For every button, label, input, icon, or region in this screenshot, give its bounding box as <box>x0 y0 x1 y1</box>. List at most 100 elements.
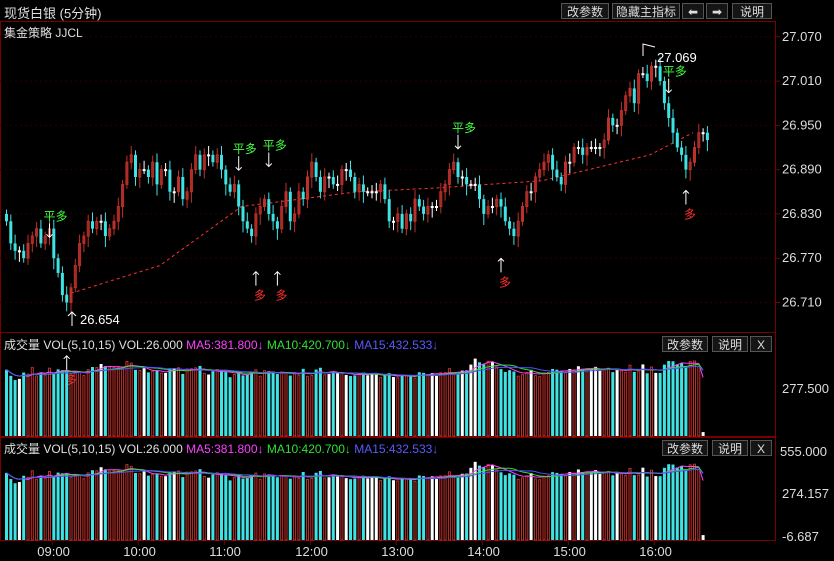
candle <box>564 155 567 194</box>
candle-body <box>581 147 585 155</box>
candle-body <box>465 177 469 185</box>
candle <box>39 219 43 248</box>
volume-bar <box>250 371 254 436</box>
volume-bar <box>224 372 228 436</box>
volume-bar <box>116 367 120 437</box>
candle-body <box>228 184 232 192</box>
candle-body <box>473 183 477 186</box>
volume-bar <box>559 474 563 540</box>
candle <box>637 69 641 115</box>
volume-bar <box>503 475 507 540</box>
volume-bar <box>297 477 301 541</box>
candle <box>280 199 284 234</box>
volume-bar <box>9 479 13 540</box>
volume-bar <box>469 364 473 436</box>
volume-bar <box>26 476 30 541</box>
volume-bar <box>220 370 223 436</box>
volume-bar <box>116 470 120 541</box>
vol2-params-button[interactable]: 改参数 <box>662 440 708 456</box>
vol1-close-button[interactable]: X <box>750 336 772 352</box>
candle <box>516 212 520 248</box>
volume-bar <box>215 472 219 541</box>
candle-body <box>508 221 512 229</box>
volume-bar <box>533 375 537 437</box>
volume-bar <box>267 371 271 436</box>
volume-bar <box>172 368 176 436</box>
candle <box>611 113 615 132</box>
candle <box>13 234 17 260</box>
candle <box>697 123 701 155</box>
candle <box>400 205 404 234</box>
volume-bar <box>361 475 365 540</box>
time-tick-label: 12:00 <box>295 544 328 559</box>
vol1-ma15: MA15:432.533↓ <box>354 338 439 352</box>
candle <box>250 224 254 243</box>
volume-bar <box>538 479 542 541</box>
volume-bar <box>615 472 619 540</box>
volume-bar <box>168 368 172 436</box>
hide-indicator-button[interactable]: 隐藏主指标 <box>612 3 680 19</box>
candle <box>645 64 649 88</box>
volume-bar <box>675 467 679 540</box>
volume-bar <box>22 475 26 540</box>
candle-body <box>503 206 507 222</box>
volume-bar <box>271 474 275 540</box>
candle <box>65 286 69 312</box>
candle <box>202 148 206 179</box>
candle <box>684 146 688 179</box>
candle-body <box>146 169 150 177</box>
vol2-help-button[interactable]: 说明 <box>712 440 748 456</box>
candle-body <box>383 184 387 200</box>
params-button[interactable]: 改参数 <box>561 3 609 19</box>
volume-bar <box>662 364 666 436</box>
candle <box>172 187 176 203</box>
vol1-params-button[interactable]: 改参数 <box>662 336 708 352</box>
volume-bar <box>301 472 305 540</box>
help-button[interactable]: 说明 <box>732 3 772 19</box>
candle-body <box>422 206 426 214</box>
candle <box>533 172 537 203</box>
candle <box>185 187 189 208</box>
volume-bar <box>159 475 163 541</box>
vol2-axis-label-top: 555.000 <box>780 444 827 459</box>
high-pointer <box>642 43 656 56</box>
candle-body <box>482 199 486 214</box>
candle-body <box>241 206 245 222</box>
volume-bar <box>400 477 404 540</box>
volume-bar <box>121 469 125 541</box>
prev-arrow-icon[interactable]: ⬅ <box>682 3 704 19</box>
volume-bar <box>564 475 567 541</box>
volume-bar <box>675 364 679 436</box>
price-axis: 27.070 27.010 26.950 26.890 26.830 26.770 26.7… <box>775 29 822 309</box>
candle <box>598 143 602 157</box>
candle <box>95 216 99 236</box>
volume-bar <box>288 478 292 540</box>
price-tick-label: 26.770 <box>782 250 822 265</box>
candle <box>396 207 400 233</box>
volume-bar <box>413 480 417 541</box>
volume-bar <box>430 373 434 436</box>
candle-body <box>370 191 374 194</box>
vol-bars-1 <box>5 358 705 437</box>
volume-bar <box>383 374 387 436</box>
volume-bar <box>512 474 516 540</box>
vol2-close-button[interactable]: X <box>750 440 772 456</box>
candle <box>619 101 623 137</box>
candle-body <box>667 103 671 118</box>
candle <box>69 283 73 314</box>
next-arrow-icon[interactable]: ➡ <box>706 3 728 19</box>
vol1-help-button[interactable]: 说明 <box>712 336 748 352</box>
volume-bar <box>611 475 615 540</box>
volume-bar <box>327 374 331 436</box>
candle-body <box>275 221 279 229</box>
volume-bar <box>465 473 469 540</box>
volume-bar <box>409 376 413 436</box>
volume-bar <box>108 367 112 437</box>
volume-bar <box>121 366 125 437</box>
candle-body <box>469 183 473 186</box>
candle-body <box>632 88 636 104</box>
candle <box>576 140 580 155</box>
volume-bar <box>581 368 585 436</box>
candle <box>331 170 335 189</box>
volume-bar <box>701 535 705 540</box>
